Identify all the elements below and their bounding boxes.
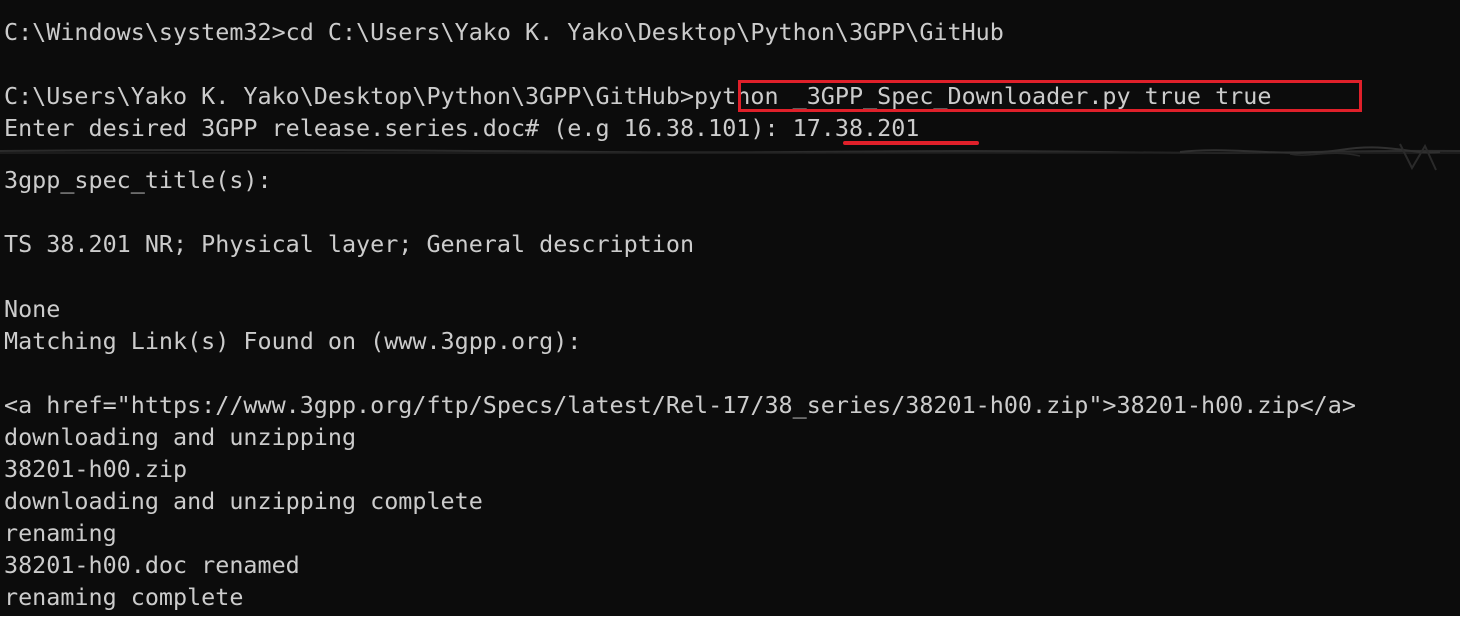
console-line-renaming-complete: renaming complete (4, 583, 244, 611)
console-line-none: None (4, 295, 61, 323)
console-line-renaming: renaming (4, 519, 117, 547)
command-highlight-box (738, 80, 1362, 112)
console-line-link-html: <a href="https://www.3gpp.org/ftp/Specs/… (4, 391, 1356, 419)
console-line-zip-filename: 38201-h00.zip (4, 455, 188, 483)
console-line-matching-links: Matching Link(s) Found on (www.3gpp.org)… (4, 327, 582, 355)
console-line-download-complete: downloading and unzipping complete (4, 487, 483, 515)
console-line-cd-command: C:\Windows\system32>cd C:\Users\Yako K. … (4, 18, 1004, 46)
screenshot: C:\Windows\system32>cd C:\Users\Yako K. … (0, 0, 1462, 620)
console-line-doc-renamed: 38201-h00.doc renamed (4, 551, 300, 579)
console-window[interactable]: C:\Windows\system32>cd C:\Users\Yako K. … (0, 0, 1460, 616)
console-line-downloading: downloading and unzipping (4, 423, 357, 451)
console-line-spec-title: TS 38.201 NR; Physical layer; General de… (4, 230, 695, 258)
torn-edge-scribble (0, 143, 1460, 171)
